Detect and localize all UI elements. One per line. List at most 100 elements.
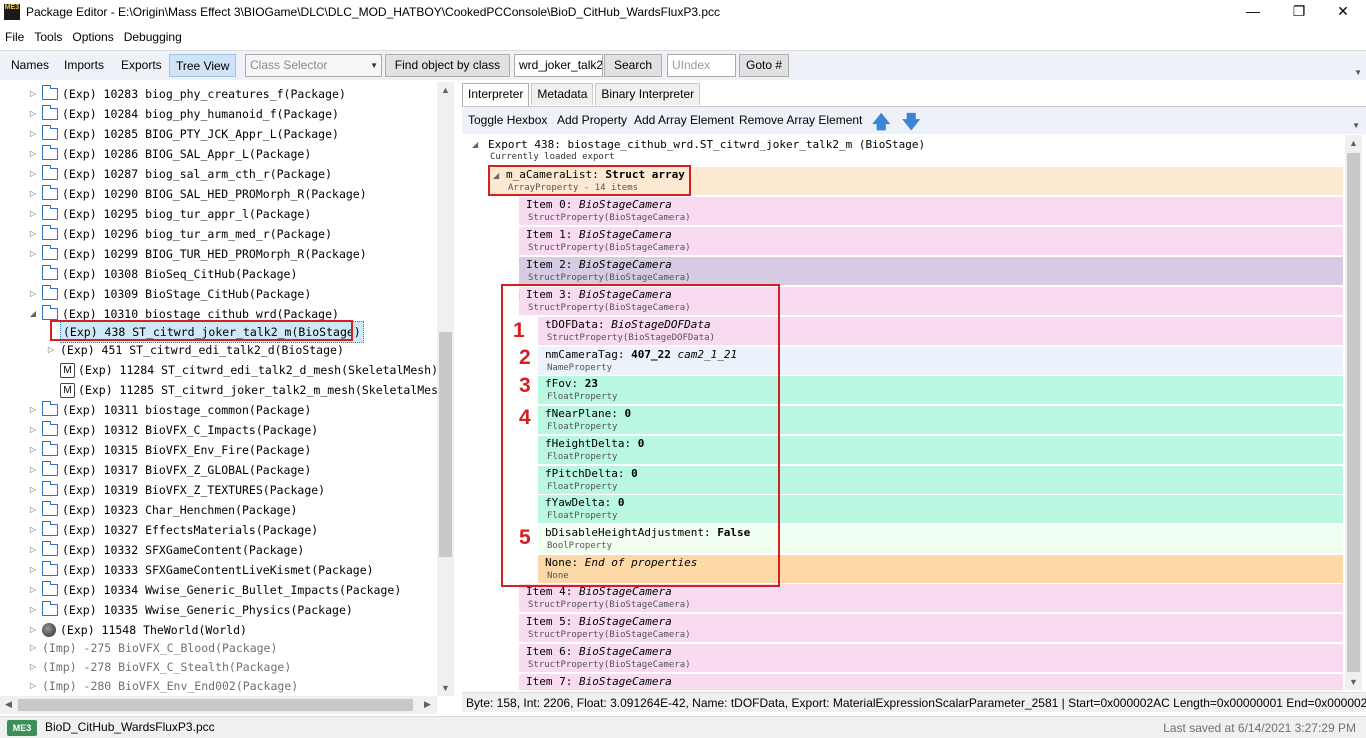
menu-debugging[interactable]: Debugging	[119, 30, 187, 44]
minimize-button[interactable]: —	[1230, 0, 1276, 24]
tree-row[interactable]: ▷ (Exp) 10317 BioVFX_Z_GLOBAL(Package)	[28, 460, 311, 480]
uindex-input[interactable]: UIndex	[667, 54, 736, 77]
tab-exports[interactable]: Exports	[115, 54, 168, 77]
tree-row[interactable]: ▷ (Exp) 10334 Wwise_Generic_Bullet_Impact…	[28, 580, 401, 600]
scroll-up-icon[interactable]: ▲	[1349, 138, 1358, 148]
expand-arrow-icon[interactable]: ▷	[28, 284, 38, 304]
tree-row[interactable]: ▷ (Imp) -280 BioVFX_Env_End002(Package)	[28, 676, 298, 696]
tree-row[interactable]: ▷ (Imp) -275 BioVFX_C_Blood(Package)	[28, 638, 277, 658]
collapse-arrow-icon[interactable]: ◢	[493, 171, 499, 180]
property-row[interactable]: fPitchDelta: 0 FloatProperty	[538, 466, 1343, 494]
tree-row[interactable]: ▷ (Exp) 10285 BIOG_PTY_JCK_Appr_L(Package…	[28, 124, 339, 144]
expand-arrow-icon[interactable]: ▷	[28, 244, 38, 264]
tree-horizontal-scrollbar[interactable]: ◀ ▶	[0, 696, 437, 714]
expand-arrow-icon[interactable]: ▷	[28, 560, 38, 580]
tree-vscroll-thumb[interactable]	[439, 332, 452, 557]
tree-row[interactable]: ▷ (Exp) 10332 SFXGameContent(Package)	[28, 540, 304, 560]
interp-vscroll-thumb[interactable]	[1347, 153, 1360, 672]
expand-arrow-icon[interactable]: ▷	[28, 638, 38, 658]
tree-hscroll-thumb[interactable]	[18, 699, 413, 711]
expand-arrow-icon[interactable]: ▷	[28, 440, 38, 460]
expand-arrow-icon[interactable]: ▷	[28, 540, 38, 560]
tree-row[interactable]: ▷ (Exp) 10311 biostage_common(Package)	[28, 400, 311, 420]
tree-row[interactable]: ▷ (Exp) 10284 biog_phy_humanoid_f(Package…	[28, 104, 339, 124]
tree-row[interactable]: (Exp) 10308 BioSeq_CitHub(Package)	[28, 264, 297, 284]
expand-arrow-icon[interactable]: ▷	[28, 400, 38, 420]
tree-row[interactable]: M (Exp) 11285 ST_citwrd_joker_talk2_m_mes…	[46, 380, 452, 400]
expand-arrow-icon[interactable]: ▷	[28, 620, 38, 640]
property-row[interactable]: ▷Item 2: BioStageCameraStructProperty(Bi…	[519, 257, 1343, 285]
property-row[interactable]: fFov: 23 FloatProperty	[538, 376, 1343, 404]
interpreter-vertical-scrollbar[interactable]: ▲ ▼	[1345, 135, 1362, 690]
property-row[interactable]: bDisableHeightAdjustment: False BoolPrope…	[538, 525, 1343, 553]
menu-tools[interactable]: Tools	[29, 30, 67, 44]
tab-interpreter[interactable]: Interpreter	[462, 83, 530, 106]
expand-arrow-icon[interactable]: ▷	[28, 520, 38, 540]
expand-arrow-icon[interactable]: ▷	[28, 500, 38, 520]
expand-arrow-icon[interactable]: ▷	[28, 676, 38, 696]
tree-row[interactable]: ▷ (Exp) 10333 SFXGameContentLiveKismet(Pa…	[28, 560, 374, 580]
tree-row[interactable]: ▷ (Exp) 10309 BioStage_CitHub(Package)	[28, 284, 311, 304]
property-row[interactable]: ▷Item 6: BioStageCameraStructProperty(Bi…	[519, 644, 1343, 672]
add-array-element-button[interactable]: Add Array Element	[634, 113, 734, 127]
expand-arrow-icon[interactable]: ▷	[28, 657, 38, 677]
expand-arrow-icon[interactable]: ▷	[28, 580, 38, 600]
expand-arrow-icon[interactable]: ▷	[28, 124, 38, 144]
expand-arrow-icon[interactable]: ▷	[28, 104, 38, 124]
tree-row[interactable]: ▷ (Exp) 451 ST_citwrd_edi_talk2_d(BioStag…	[46, 340, 344, 360]
tab-imports[interactable]: Imports	[58, 54, 110, 77]
property-row[interactable]: ◢Item 3: BioStageCameraStructProperty(Bi…	[519, 287, 1343, 315]
expand-arrow-icon[interactable]: ▷	[28, 164, 38, 184]
expand-arrow-icon[interactable]: ▷	[28, 460, 38, 480]
tree-row[interactable]: ▷ (Exp) 10286 BIOG_SAL_Appr_L(Package)	[28, 144, 311, 164]
property-row[interactable]: fHeightDelta: 0 FloatProperty	[538, 436, 1343, 464]
collapse-export-icon[interactable]: ◢	[472, 140, 478, 149]
expand-arrow-icon[interactable]: ▷	[28, 204, 38, 224]
expand-arrow-icon[interactable]: ▷	[28, 480, 38, 500]
tree-row[interactable]: ▷ (Exp) 10283 biog_phy_creatures_f(Packag…	[28, 84, 346, 104]
property-row[interactable]: ▷tDOFData: BioStageDOFDataStructProperty…	[538, 317, 1343, 345]
close-button[interactable]: ✕	[1320, 0, 1366, 24]
overflow-chevron-icon[interactable]: ▼	[1352, 121, 1360, 130]
property-row[interactable]: ◢ m_aCameraList: Struct array ArrayPropert…	[488, 167, 1343, 195]
tree-row[interactable]: ▷ (Imp) -278 BioVFX_C_Stealth(Package)	[28, 657, 291, 677]
expand-arrow-icon[interactable]: ▷	[28, 224, 38, 244]
tree-row[interactable]: ▷ (Exp) 11548 TheWorld(World)	[28, 620, 247, 640]
tab-names[interactable]: Names	[5, 54, 55, 77]
tab-metadata[interactable]: Metadata	[531, 83, 594, 105]
expand-arrow-icon[interactable]: ▷	[28, 184, 38, 204]
scroll-up-icon[interactable]: ▲	[441, 85, 450, 95]
property-row[interactable]: nmCameraTag: 407_22 cam2_1_21 NamePropert…	[538, 347, 1343, 375]
property-row[interactable]: None: End of properties None	[538, 555, 1343, 583]
collapse-arrow-icon[interactable]: ◢	[28, 304, 38, 324]
tree-row[interactable]: ▷ (Exp) 10327 EffectsMaterials(Package)	[28, 520, 318, 540]
property-row[interactable]: ▷Item 1: BioStageCameraStructProperty(Bi…	[519, 227, 1343, 255]
toggle-hexbox-button[interactable]: Toggle Hexbox	[468, 113, 547, 127]
tree-row[interactable]: ▷ (Exp) 10287 biog_sal_arm_cth_r(Package)	[28, 164, 332, 184]
menu-file[interactable]: File	[0, 30, 29, 44]
expand-arrow-icon[interactable]: ▷	[28, 84, 38, 104]
scroll-down-icon[interactable]: ▼	[1349, 677, 1358, 687]
find-by-class-button[interactable]: Find object by class	[385, 54, 510, 77]
property-row[interactable]: ▷Item 7: BioStageCameraStructProperty(Bi…	[519, 674, 1343, 690]
tree-row[interactable]: ▷ (Exp) 10323 Char_Henchmen(Package)	[28, 500, 297, 520]
tab-tree-view[interactable]: Tree View	[169, 54, 237, 77]
property-row[interactable]: ▷Item 4: BioStageCameraStructProperty(Bi…	[519, 584, 1343, 612]
expand-arrow-icon[interactable]: ▷	[46, 340, 56, 360]
tree-row[interactable]: ▷ (Exp) 10290 BIOG_SAL_HED_PROMorph_R(Pac…	[28, 184, 367, 204]
property-row[interactable]: ▷Item 5: BioStageCameraStructProperty(Bi…	[519, 614, 1343, 642]
tree-row[interactable]: ▷ (Exp) 10296 biog_tur_arm_med_r(Package)	[28, 224, 332, 244]
class-selector-dropdown[interactable]: Class Selector ▼	[245, 54, 382, 77]
tree-vertical-scrollbar[interactable]: ▲ ▼	[437, 82, 454, 696]
tree-row[interactable]: ▷ (Exp) 10335 Wwise_Generic_Physics(Packa…	[28, 600, 353, 620]
goto-button[interactable]: Goto #	[739, 54, 789, 77]
tree-row-selected[interactable]: (Exp) 438 ST_citwrd_joker_talk2_m(BioSta…	[46, 321, 364, 343]
scroll-right-icon[interactable]: ▶	[424, 699, 431, 710]
menu-options[interactable]: Options	[67, 30, 118, 44]
property-row[interactable]: fNearPlane: 0 FloatProperty	[538, 406, 1343, 434]
remove-array-element-button[interactable]: Remove Array Element	[739, 113, 862, 127]
expand-arrow-icon[interactable]: ▷	[28, 600, 38, 620]
overflow-chevron-icon[interactable]: ▼	[1354, 68, 1362, 77]
add-property-button[interactable]: Add Property	[557, 113, 627, 127]
property-row[interactable]: ▷Item 0: BioStageCameraStructProperty(Bi…	[519, 197, 1343, 225]
